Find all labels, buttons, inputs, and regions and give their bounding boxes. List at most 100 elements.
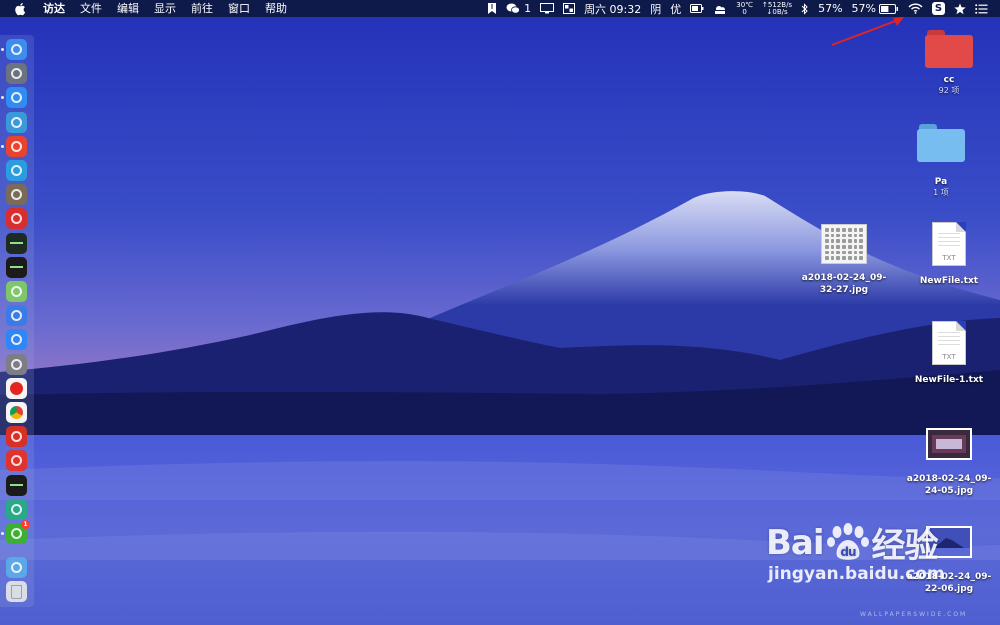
clock-status-item[interactable]: 周六 09:32 [584, 1, 641, 17]
percent-label-1: 57% [818, 2, 843, 15]
baidu-jingyan-watermark: Bai du 经验 jingyan.baidu.com [766, 518, 945, 584]
running-indicator [1, 532, 4, 535]
temperature-status-item[interactable]: 30℃ 0 [736, 1, 753, 16]
datetime-label: 周六 09:32 [584, 2, 642, 16]
desktop-file-screenshot-092405[interactable]: a2018-02-24_09- 24-05.jpg [899, 428, 999, 497]
menu-file[interactable]: 文件 [80, 0, 102, 17]
layout-status-icon[interactable] [563, 3, 576, 14]
menu-edit[interactable]: 编辑 [117, 0, 139, 17]
vivaldi-icon[interactable] [6, 450, 27, 472]
desktop-file-newfile-txt[interactable]: TXT NewFile.txt [899, 222, 999, 287]
file-name: NewFile-1.txt [914, 375, 984, 385]
desktop-file-newfile-1-txt[interactable]: TXT NewFile-1.txt [899, 321, 999, 386]
netease-music-icon[interactable] [6, 426, 27, 448]
baidu-paw-icon: du [826, 522, 869, 560]
baidu-brand-latin: Bai [766, 522, 825, 563]
text-file-icon: TXT [932, 321, 966, 365]
wechat-count: 1 [524, 2, 532, 15]
wechat-unread-badge: 1 [21, 520, 30, 529]
maps-icon[interactable] [6, 281, 27, 302]
file-name-line2: 22-06.jpg [924, 584, 974, 594]
cpu-status-item[interactable]: 57% [818, 2, 842, 15]
running-indicator [1, 96, 4, 100]
file-ext-label: TXT [942, 254, 956, 262]
baidu-logo: Bai du 经验 [766, 518, 945, 567]
bluetooth-status-icon[interactable] [801, 2, 809, 15]
siri-icon[interactable] [6, 305, 27, 327]
running-indicator [1, 144, 4, 148]
network-speed-status-item[interactable]: ↑512B/s ↓0B/s [762, 1, 792, 16]
display-status-icon[interactable] [540, 3, 555, 14]
browser-icon[interactable] [6, 498, 27, 520]
blue-folder-icon [917, 124, 965, 162]
search-app-icon[interactable] [6, 111, 27, 133]
file-name-line1: a2018-02-24_09- [906, 474, 992, 484]
battery-small-status-icon[interactable] [690, 4, 704, 13]
photo-thumbnail-icon [926, 428, 972, 460]
menu-finder[interactable]: 访达 [43, 0, 65, 17]
trash-icon[interactable] [6, 581, 27, 603]
menu-view[interactable]: 显示 [154, 0, 176, 17]
wifi-status-icon[interactable] [908, 3, 923, 14]
wechat-status-item[interactable]: 1 [506, 2, 531, 15]
s-app-status-icon[interactable]: S [932, 2, 945, 15]
battery-icon [879, 3, 898, 14]
activity-monitor-icon[interactable] [6, 232, 27, 254]
weather-label: 阴 [650, 2, 662, 16]
menu-help[interactable]: 帮助 [265, 0, 287, 17]
desktop-file-screenshot-093227[interactable]: a2018-02-24_09- 32-27.jpg [794, 224, 894, 296]
red-folder-icon [925, 30, 973, 68]
folder-name: cc [943, 75, 955, 85]
safari-icon[interactable] [6, 87, 27, 109]
notification-center-icon[interactable] [975, 3, 988, 14]
weather-status-item[interactable]: 阴 [650, 1, 661, 17]
wechat-icon[interactable]: 1 [6, 520, 30, 544]
folder-item-count: 1 项 [933, 188, 949, 197]
star-status-icon[interactable] [954, 3, 966, 15]
media-app-icon[interactable] [6, 208, 27, 230]
jingyan-brand-cn: 经验 [871, 526, 939, 566]
watermark-url: jingyan.baidu.com [768, 564, 945, 584]
photo-app-icon[interactable] [6, 184, 27, 206]
file-name: NewFile.txt [919, 276, 979, 286]
terminal-icon[interactable] [6, 256, 27, 278]
dock: 1 [0, 35, 34, 607]
youdao-icon[interactable] [6, 135, 27, 157]
text-file-icon: TXT [932, 222, 966, 266]
wechat-status-icon [506, 3, 520, 14]
baidu-paw-text: du [840, 545, 856, 559]
battery-percent-label: 57% [851, 2, 876, 15]
desktop-folder-cc[interactable]: cc 92 项 [899, 30, 999, 96]
system-preferences-icon[interactable] [6, 353, 27, 375]
air-quality-status-item[interactable]: 优 [670, 1, 681, 17]
menu-bar: 访达 文件 编辑 显示 前往 窗口 帮助 1 周六 09:32 阴 优 30℃ … [0, 0, 1000, 17]
menu-go[interactable]: 前往 [191, 0, 213, 17]
finder-icon[interactable] [6, 39, 27, 60]
s-app-label: S [932, 2, 945, 15]
transfer-icon[interactable] [6, 160, 27, 181]
running-indicator [1, 48, 4, 51]
downloads-folder-icon[interactable] [6, 557, 27, 579]
bookmark-status-icon[interactable] [487, 3, 497, 14]
file-name-line2: 24-05.jpg [924, 486, 974, 496]
menu-window[interactable]: 窗口 [228, 0, 250, 17]
folder-item-count: 92 项 [938, 86, 960, 95]
folder-name: Pa [934, 177, 948, 187]
wallpaper-credit: WALLPAPERSWIDE.COM [860, 611, 968, 618]
air-quality-label: 优 [670, 2, 682, 16]
chrome-icon[interactable] [6, 402, 27, 423]
apple-menu-icon[interactable] [14, 1, 29, 16]
file-name-line1: a2018-02-24_09- [801, 273, 887, 283]
net-down-label: ↓0B/s [766, 7, 788, 16]
file-ext-label: TXT [942, 353, 956, 361]
app-store-icon[interactable] [6, 329, 27, 351]
launchpad-icon[interactable] [6, 63, 27, 85]
desktop-folder-pa[interactable]: Pa 1 项 [891, 124, 991, 198]
file-name-line2: 32-27.jpg [819, 285, 869, 295]
battery-status-item[interactable]: 57% [852, 2, 899, 15]
yandex-browser-icon[interactable] [6, 377, 27, 399]
shell-icon[interactable] [6, 474, 27, 496]
temperature-sub-label: 0 [742, 7, 747, 16]
screenshot-thumbnail-icon [821, 224, 867, 264]
cloud-status-icon[interactable] [713, 3, 727, 15]
